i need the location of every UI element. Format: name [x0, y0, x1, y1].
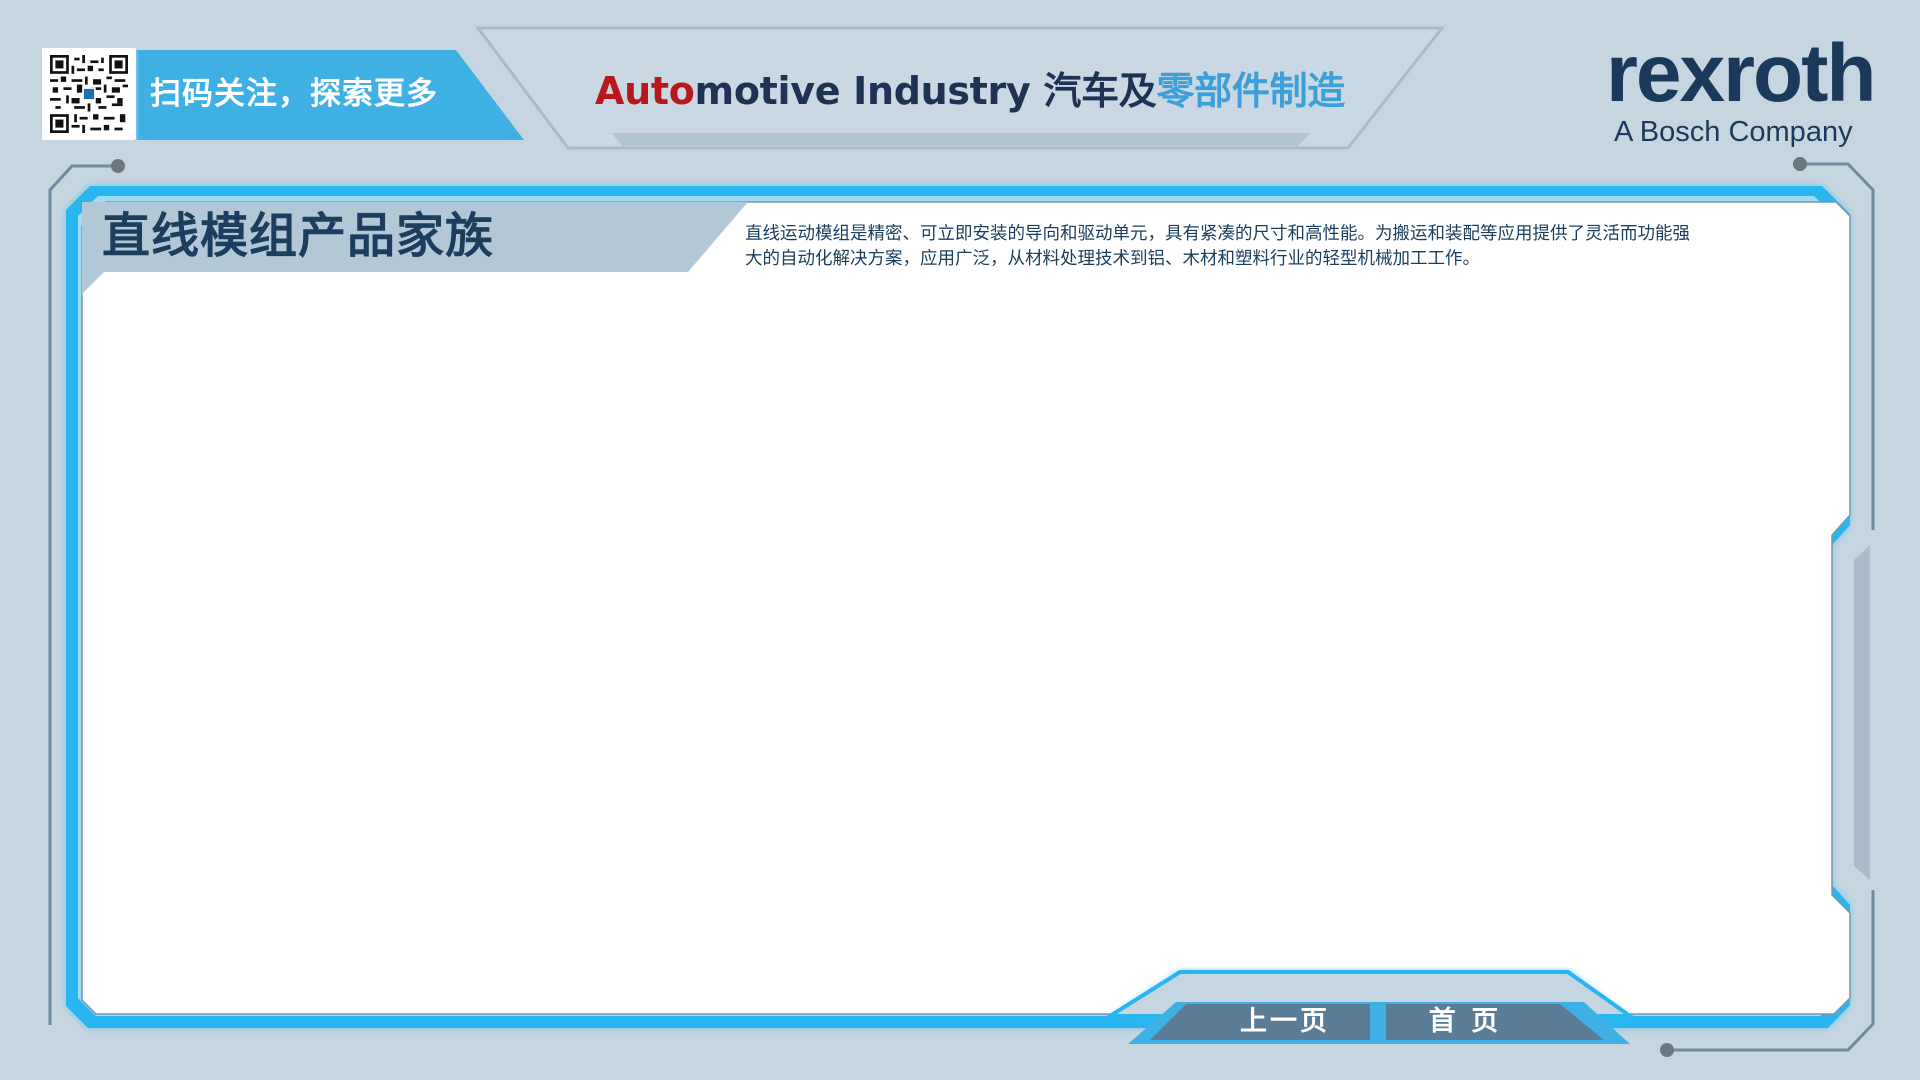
scan-follow-label: 扫码关注，探索更多 [150, 76, 438, 112]
header-title-part: Auto [595, 69, 695, 113]
header-title-part: 零部件制造 [1156, 69, 1345, 113]
connector-dot-icon [1660, 1043, 1674, 1057]
rexroth-logo: rexroth [1606, 28, 1877, 120]
header-title-part: motive Industry 汽车及 [694, 69, 1157, 113]
qr-code-card [42, 48, 136, 140]
content-area [84, 286, 1844, 986]
page-description: 直线运动模组是精密、可立即安装的导向和驱动单元，具有紧凑的尺寸和高性能。为搬运和… [745, 224, 1690, 269]
page-title: 直线模组产品家族 [102, 208, 495, 264]
qr-code-icon [50, 55, 128, 133]
header-center-inner-bar [612, 133, 1310, 146]
connector-dot-icon [1793, 157, 1807, 171]
connector-dot-icon [111, 159, 125, 173]
brand-name: rexroth [1606, 28, 1877, 119]
right-side-bar [1854, 545, 1870, 880]
header-title: Automotive Industry 汽车及零部件制造 [595, 66, 1345, 116]
home-button[interactable]: 首 页 [1390, 1002, 1540, 1042]
brand-tagline: A Bosch Company [1614, 116, 1853, 148]
prev-page-button[interactable]: 上一页 [1195, 1002, 1375, 1042]
